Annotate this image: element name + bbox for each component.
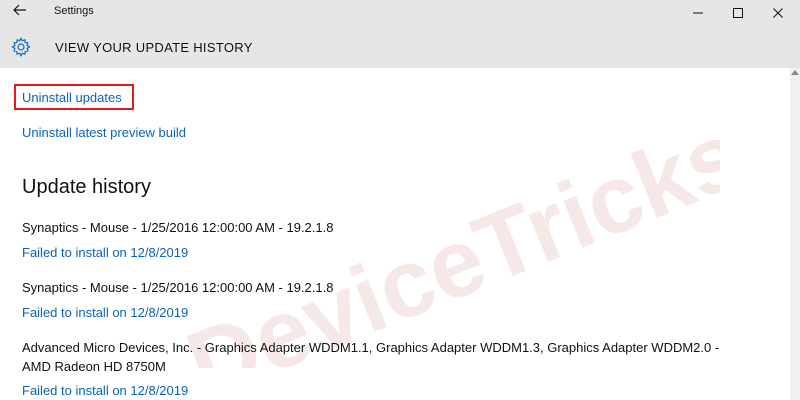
title-bar: Settings xyxy=(0,0,800,26)
update-entry-status-link[interactable]: Failed to install on 12/8/2019 xyxy=(22,245,188,260)
update-entry-title: Synaptics - Mouse - 1/25/2016 12:00:00 A… xyxy=(22,280,334,295)
maximize-icon xyxy=(733,8,743,18)
content-area: DeviceTricks Uninstall updates Uninstall… xyxy=(0,68,790,400)
back-arrow-icon[interactable] xyxy=(8,2,32,22)
update-entry-title-continued: AMD Radeon HD 8750M xyxy=(22,359,166,374)
minimize-icon xyxy=(693,12,703,14)
close-button[interactable] xyxy=(758,0,798,26)
minimize-button[interactable] xyxy=(678,0,718,26)
uninstall-updates-link[interactable]: Uninstall updates xyxy=(22,90,122,105)
vertical-scrollbar[interactable] xyxy=(790,68,800,400)
svg-text:DeviceTricks: DeviceTricks xyxy=(173,108,720,368)
update-history-heading: Update history xyxy=(22,176,151,198)
uninstall-preview-build-link[interactable]: Uninstall latest preview build xyxy=(22,125,186,140)
gear-icon xyxy=(11,36,31,58)
maximize-button[interactable] xyxy=(718,0,758,26)
page-title: VIEW YOUR UPDATE HISTORY xyxy=(55,40,253,55)
scroll-up-arrow-icon[interactable] xyxy=(791,70,799,75)
update-entry-status-link[interactable]: Failed to install on 12/8/2019 xyxy=(22,383,188,398)
window-title: Settings xyxy=(54,5,94,17)
update-entry-title: Synaptics - Mouse - 1/25/2016 12:00:00 A… xyxy=(22,220,334,235)
page-header: VIEW YOUR UPDATE HISTORY xyxy=(0,26,800,68)
update-entry-status-link[interactable]: Failed to install on 12/8/2019 xyxy=(22,305,188,320)
update-entry-title: Advanced Micro Devices, Inc. - Graphics … xyxy=(22,340,720,355)
watermark-logo: DeviceTricks xyxy=(173,108,720,368)
close-icon xyxy=(773,8,783,18)
